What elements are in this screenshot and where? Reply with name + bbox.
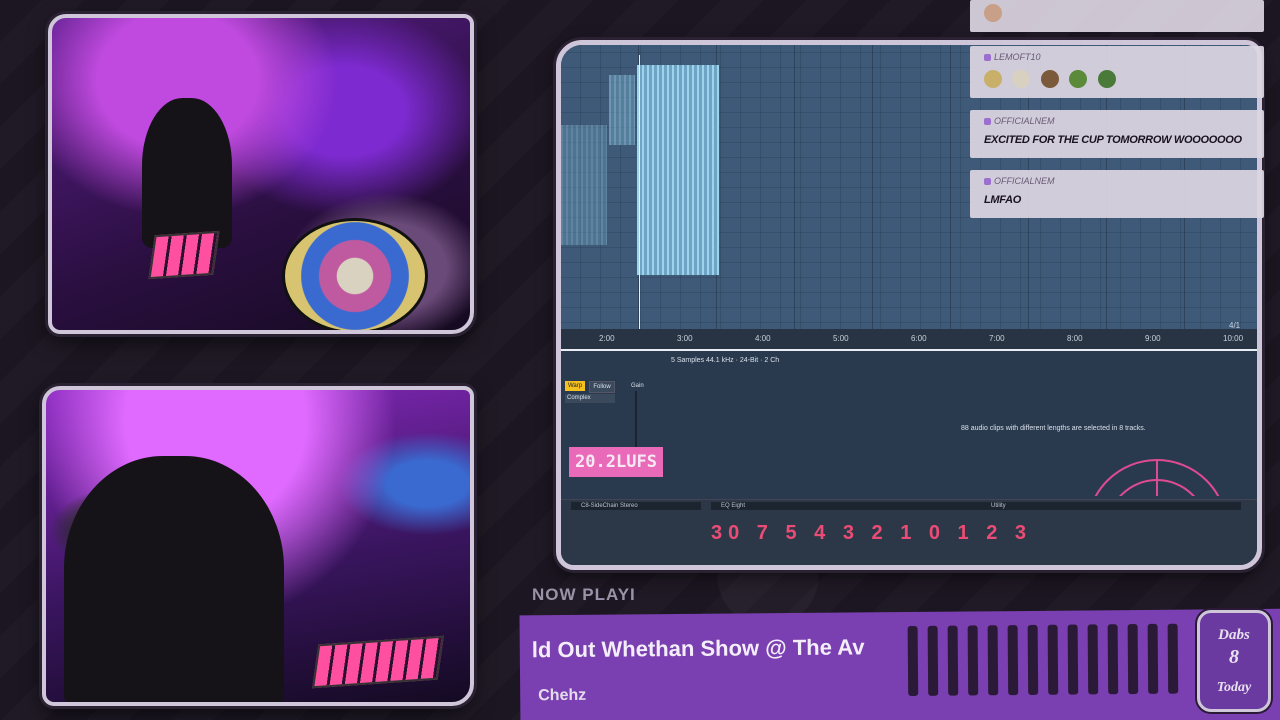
emote-icon (1012, 70, 1031, 88)
streamer-figure (64, 456, 284, 702)
chat-username-text: OFFICIALNEM (994, 116, 1055, 126)
chat-username: OFFICIALNEM (984, 116, 1055, 126)
ruler-mark: 7:00 (989, 334, 1005, 343)
emote-row (984, 70, 1122, 93)
audio-clip[interactable] (637, 65, 719, 275)
audio-visualizer (907, 623, 1199, 697)
emote-icon (1069, 70, 1088, 88)
webcam-bottom (42, 386, 474, 706)
twitch-badge-icon (984, 54, 991, 62)
now-playing-banner: ld Out Whethan Show @ The Av Chehz (519, 608, 1280, 720)
chat-username: OFFICIALNEM (984, 176, 1055, 186)
device-chain: C8-SideChain Stereo EQ Eight Utility 30 … (561, 459, 1257, 565)
ruler-mark: 2:00 (599, 334, 615, 343)
ruler-mark: 3:00 (677, 334, 693, 343)
user-avatar-icon (984, 4, 1002, 22)
logo-line2: 8 (1229, 646, 1239, 668)
streamer-figure (142, 98, 232, 248)
logo-line1: Dabs (1217, 627, 1250, 643)
timeline-ruler[interactable]: 2:00 3:00 4:00 5:00 6:00 7:00 8:00 9:00 … (561, 321, 1257, 349)
track-title: ld Out Whethan Show @ The Av (531, 634, 865, 663)
twitch-badge-icon (984, 178, 991, 186)
spectrum-digits: 30 7 5 4 3 2 1 0 1 2 3 (711, 522, 1033, 544)
chat-message-text: LMFAO (984, 194, 1021, 206)
webcam-top (48, 14, 474, 334)
warp-mode-select[interactable]: Complex (565, 394, 615, 403)
ruler-mark: 8:00 (1067, 334, 1083, 343)
eq-device-title[interactable]: EQ Eight (711, 502, 981, 510)
audio-clip[interactable] (561, 125, 607, 245)
now-playing-label: NOW PLAYI (532, 585, 636, 604)
stream-overlay: 2:00 3:00 4:00 5:00 6:00 7:00 8:00 9:00 … (0, 0, 1280, 720)
ruler-mark: 10:00 (1223, 334, 1244, 343)
playhead[interactable] (639, 55, 640, 339)
ruler-mark: 5:00 (833, 334, 849, 343)
gain-label: Gain (631, 383, 644, 389)
utility-device-title[interactable]: Utility (981, 502, 1241, 510)
chat-message-text: EXCITED FOR THE CUP TOMORROW WOOOOOOO (984, 134, 1242, 146)
ruler-mark: 9:00 (1145, 334, 1161, 343)
radar-overlay-icon (1094, 459, 1220, 496)
chat-username-text: LEMOFT10 (994, 52, 1041, 62)
sidechain-device-title[interactable]: C8-SideChain Stereo (571, 502, 701, 510)
follow-button[interactable]: Follow (589, 381, 615, 393)
chat-username: LEMOFT10 (984, 52, 1041, 62)
chat-message: LEMOFT10 (970, 46, 1264, 98)
time-signature: 4/1 (1229, 321, 1241, 330)
clip-info: 5 Samples 44.1 kHz · 24-Bit · 2 Ch (671, 357, 780, 364)
channel-logo: Dabs 8 Today (1197, 610, 1271, 712)
warp-button[interactable]: Warp (565, 381, 585, 391)
emote-icon (984, 70, 1002, 88)
track-artist: Chehz (538, 686, 587, 705)
logo-line3: Today (1217, 680, 1252, 695)
gain-slider[interactable] (635, 391, 637, 451)
drum-pad-controller (312, 635, 444, 689)
lufs-meter: 20.2LUFS (569, 447, 663, 477)
ruler-mark: 6:00 (911, 334, 927, 343)
ruler-mark: 4:00 (755, 334, 771, 343)
chat-message: OFFICIALNEM EXCITED FOR THE CUP TOMORROW… (970, 110, 1264, 158)
drum-pad-controller (148, 230, 220, 280)
emote-icon (1040, 70, 1059, 88)
audio-clip[interactable] (609, 75, 635, 145)
turntable (282, 218, 428, 330)
emote-icon (1097, 70, 1116, 88)
chat-message (970, 0, 1264, 32)
chat-message: OFFICIALNEM LMFAO (970, 170, 1264, 218)
twitch-badge-icon (984, 118, 991, 126)
chat-username-text: OFFICIALNEM (994, 176, 1055, 186)
